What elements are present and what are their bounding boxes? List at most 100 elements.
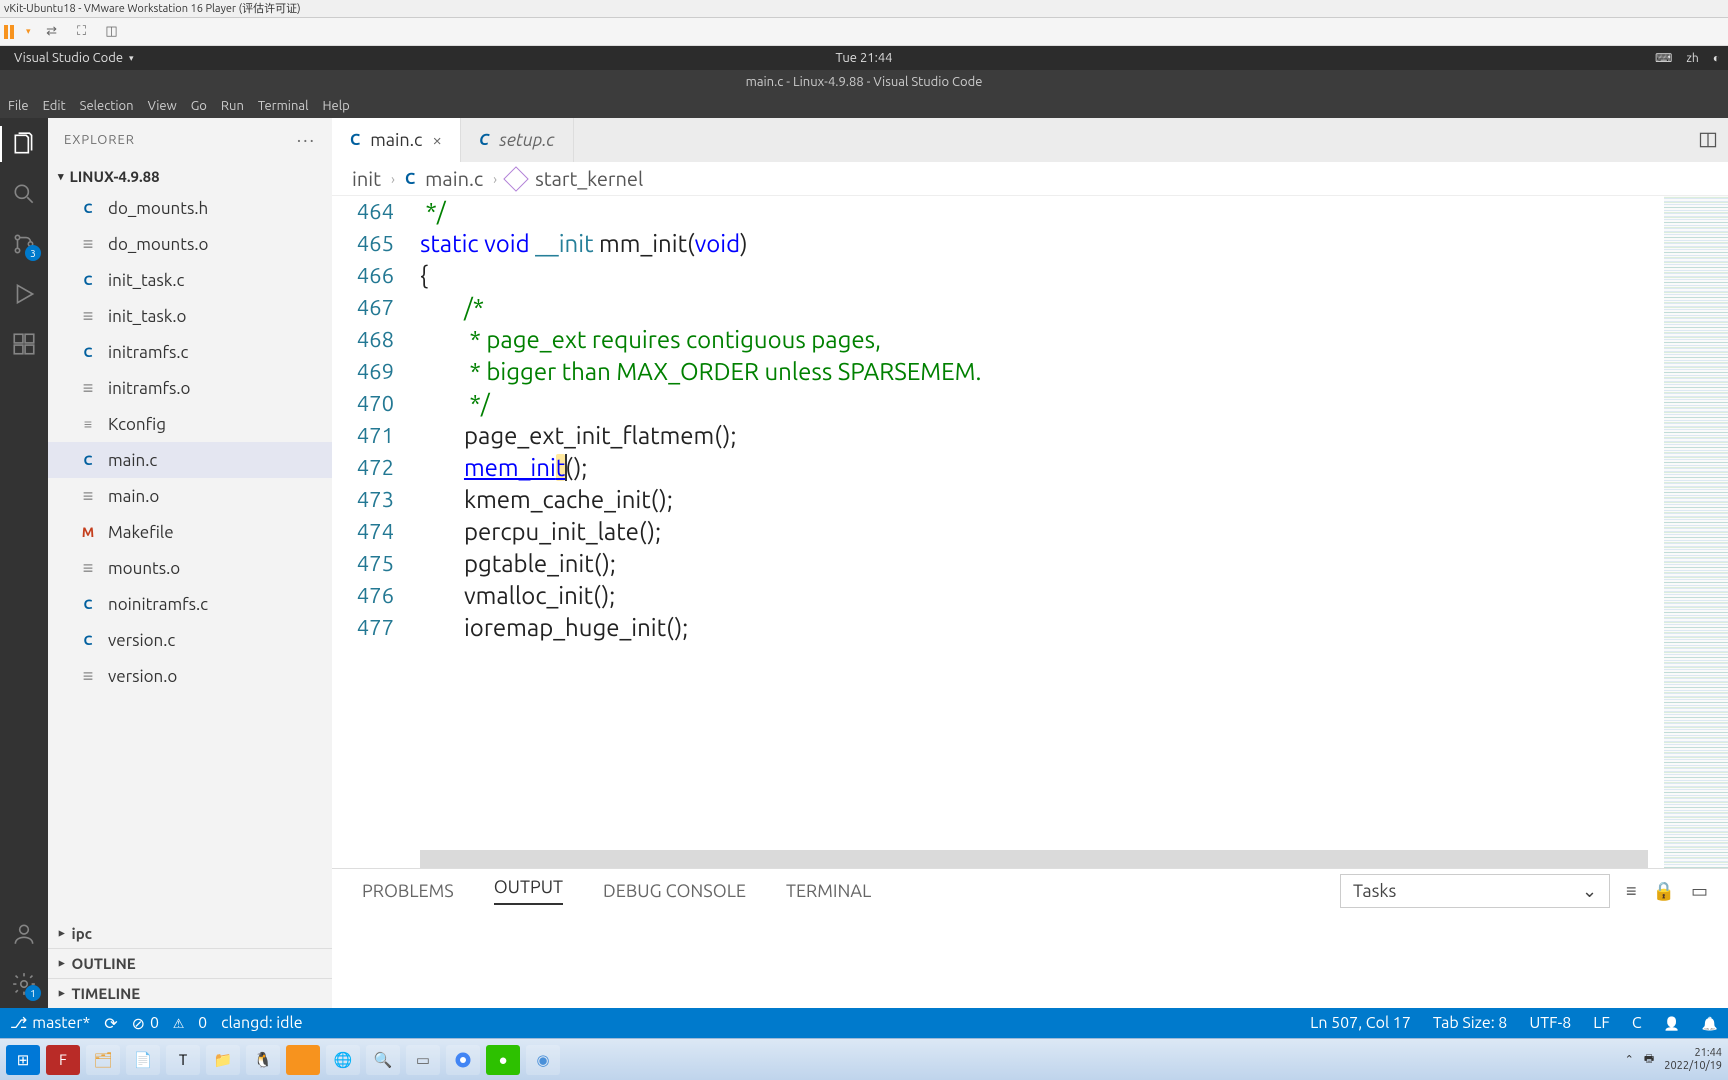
taskbar-search[interactable]: 🔍	[366, 1045, 400, 1075]
more-icon[interactable]: ···	[297, 130, 316, 150]
code-line[interactable]: 472 mem_init();	[332, 452, 1664, 484]
file-item[interactable]: Cmain.c	[48, 442, 332, 478]
file-item[interactable]: Cinit_task.c	[48, 262, 332, 298]
start-button[interactable]: ⊞	[6, 1045, 40, 1075]
code-line[interactable]: 474 percpu_init_late();	[332, 516, 1664, 548]
folder-collapsed[interactable]: ▾ ipc	[48, 918, 332, 948]
outline-section[interactable]: ▾ OUTLINE	[48, 948, 332, 978]
code-line[interactable]: 467 /*	[332, 292, 1664, 324]
file-item[interactable]: Cnoinitramfs.c	[48, 586, 332, 622]
tray-printer-icon[interactable]: 🖶	[1644, 1050, 1654, 1069]
taskbar-app-last[interactable]: ◉	[526, 1045, 560, 1075]
minimap[interactable]	[1664, 196, 1728, 868]
taskbar-vmware[interactable]: ▭	[406, 1045, 440, 1075]
tray-up-icon[interactable]: ⌃	[1625, 1053, 1634, 1066]
code-line[interactable]: 471 page_ext_init_flatmem();	[332, 420, 1664, 452]
clock[interactable]: Tue 21:44	[836, 51, 893, 65]
panel-tab-debug-console[interactable]: DEBUG CONSOLE	[603, 881, 746, 901]
breadcrumb-part[interactable]: main.c	[425, 167, 483, 190]
taskbar-wechat[interactable]: ●	[486, 1045, 520, 1075]
filter-icon[interactable]: ≡	[1626, 881, 1637, 902]
fullscreen-icon[interactable]: ⛶	[73, 23, 91, 41]
code-line[interactable]: 465static void __init mm_init(void)	[332, 228, 1664, 260]
taskbar-file-explorer[interactable]: 🗂	[86, 1045, 120, 1075]
taskbar-notepad[interactable]: 📄	[126, 1045, 160, 1075]
encoding[interactable]: UTF-8	[1529, 1014, 1571, 1032]
tab-main-c[interactable]: C main.c ×	[332, 118, 461, 162]
tab-size[interactable]: Tab Size: 8	[1433, 1014, 1507, 1032]
code-line[interactable]: 473 kmem_cache_init();	[332, 484, 1664, 516]
file-item[interactable]: ≡mounts.o	[48, 550, 332, 586]
code-line[interactable]: 464 */	[332, 196, 1664, 228]
panel-tab-problems[interactable]: PROBLEMS	[362, 881, 454, 901]
cursor-position[interactable]: Ln 507, Col 17	[1310, 1014, 1411, 1032]
menu-go[interactable]: Go	[191, 99, 207, 113]
code-line[interactable]: 469 * bigger than MAX_ORDER unless SPARS…	[332, 356, 1664, 388]
file-item[interactable]: Cdo_mounts.h	[48, 190, 332, 226]
file-item[interactable]: Cversion.c	[48, 622, 332, 658]
input-lang[interactable]: zh	[1686, 52, 1698, 65]
notifications-icon[interactable]	[1702, 1014, 1718, 1032]
panel-tab-terminal[interactable]: TERMINAL	[786, 881, 871, 901]
taskbar-orange[interactable]	[286, 1045, 320, 1075]
menu-terminal[interactable]: Terminal	[258, 99, 309, 113]
extensions-icon[interactable]	[10, 330, 38, 358]
project-header[interactable]: ▾ LINUX-4.9.88	[48, 162, 332, 190]
tab-setup-c[interactable]: C setup.c	[461, 118, 574, 162]
pause-icon[interactable]	[4, 25, 14, 39]
clear-icon[interactable]: ▭	[1691, 881, 1708, 902]
keyboard-icon[interactable]: ⌨	[1655, 51, 1672, 65]
feedback-icon[interactable]	[1664, 1014, 1680, 1032]
breadcrumb-part[interactable]: init	[352, 167, 381, 190]
horizontal-scrollbar[interactable]	[420, 850, 1648, 868]
menu-edit[interactable]: Edit	[43, 99, 66, 113]
taskbar-globe[interactable]: 🌐	[326, 1045, 360, 1075]
unity-icon[interactable]: ◫	[103, 23, 121, 41]
close-icon[interactable]: ×	[432, 131, 442, 150]
breadcrumb-part[interactable]: start_kernel	[535, 167, 643, 190]
code-line[interactable]: 468 * page_ext requires contiguous pages…	[332, 324, 1664, 356]
app-name[interactable]: Visual Studio Code	[14, 51, 123, 65]
file-item[interactable]: MMakefile	[48, 514, 332, 550]
run-debug-icon[interactable]	[10, 280, 38, 308]
search-icon[interactable]	[10, 180, 38, 208]
language-mode[interactable]: C	[1632, 1014, 1642, 1032]
timeline-section[interactable]: ▾ TIMELINE	[48, 978, 332, 1008]
split-editor-icon[interactable]	[1698, 130, 1718, 150]
lock-icon[interactable]: 🔒	[1653, 881, 1675, 902]
taskbar-chrome[interactable]	[446, 1045, 480, 1075]
menu-file[interactable]: File	[8, 99, 29, 113]
code-line[interactable]: 470 */	[332, 388, 1664, 420]
dropdown-icon[interactable]: ▾	[26, 26, 31, 37]
code-line[interactable]: 476 vmalloc_init();	[332, 580, 1664, 612]
eol[interactable]: LF	[1593, 1014, 1610, 1032]
output-channel-select[interactable]: Tasks ⌄	[1340, 874, 1610, 908]
file-item[interactable]: ≡initramfs.o	[48, 370, 332, 406]
file-item[interactable]: ≡Kconfig	[48, 406, 332, 442]
taskbar-qq[interactable]: 🐧	[246, 1045, 280, 1075]
breadcrumb[interactable]: init › C main.c › start_kernel	[332, 162, 1728, 196]
code-line[interactable]: 475 pgtable_init();	[332, 548, 1664, 580]
explorer-icon[interactable]	[10, 130, 38, 158]
panel-tab-output[interactable]: OUTPUT	[494, 877, 563, 905]
accounts-icon[interactable]	[10, 920, 38, 948]
send-ctrl-alt-del-icon[interactable]: ⇄	[43, 23, 61, 41]
source-control-icon[interactable]: 3	[10, 230, 38, 258]
sync-button[interactable]	[104, 1014, 117, 1033]
menu-view[interactable]: View	[148, 99, 177, 113]
file-item[interactable]: ≡version.o	[48, 658, 332, 694]
taskbar-app-1[interactable]: F	[46, 1045, 80, 1075]
menu-selection[interactable]: Selection	[80, 99, 134, 113]
clangd-status[interactable]: clangd: idle	[221, 1014, 302, 1032]
menu-run[interactable]: Run	[221, 99, 244, 113]
settings-icon[interactable]: 1	[10, 970, 38, 998]
file-item[interactable]: ≡init_task.o	[48, 298, 332, 334]
taskbar-folder[interactable]: 📁	[206, 1045, 240, 1075]
code-line[interactable]: 466{	[332, 260, 1664, 292]
file-item[interactable]: ≡main.o	[48, 478, 332, 514]
taskbar-clock[interactable]: 21:44 2022/10/19	[1664, 1047, 1722, 1073]
branch-indicator[interactable]: master*	[10, 1014, 90, 1032]
menu-help[interactable]: Help	[322, 99, 349, 113]
file-item[interactable]: Cinitramfs.c	[48, 334, 332, 370]
code-line[interactable]: 477 ioremap_huge_init();	[332, 612, 1664, 644]
